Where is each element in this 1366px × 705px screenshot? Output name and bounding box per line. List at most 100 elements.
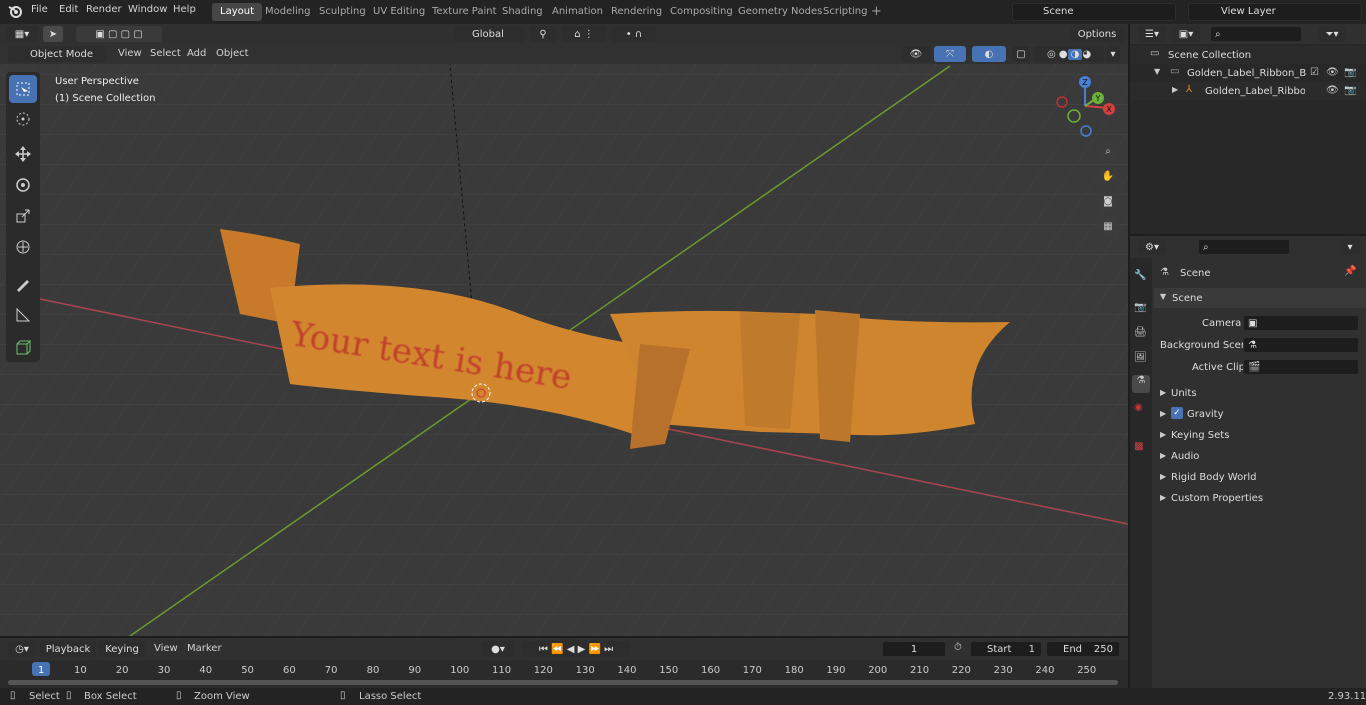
playback-menu[interactable]: Playback [40,641,96,657]
tool-tab-icon[interactable]: 🔧 [1134,270,1146,281]
tab-shading[interactable]: Shading [494,3,551,21]
transform-tool-icon[interactable] [9,233,37,261]
add-cube-tool-icon[interactable] [9,334,37,362]
menu-help[interactable]: Help [173,4,196,15]
viewport-menu-add[interactable]: Add [187,48,206,59]
editor-type-icon[interactable]: ▦▾ [6,26,38,42]
scene-panel-header[interactable]: ▼ Scene [1154,288,1366,308]
viewport-3d[interactable]: Your text is here User Perspective (1) S… [0,44,1128,636]
start-frame-field[interactable]: Start 1 [970,641,1042,657]
world-tab-icon[interactable]: ◉ [1134,402,1143,413]
checkbox-icon[interactable]: ☑ [1310,67,1319,78]
camera-field[interactable]: ▣ [1243,315,1359,331]
outliner-row[interactable]: ▶ ⅄ Golden_Label_Ribbon_Ba 👁 📷 [1130,82,1366,100]
ortho-grid-icon[interactable]: ▦ [1097,215,1119,237]
annotate-tool-icon[interactable] [9,270,37,298]
tab-rendering[interactable]: Rendering [603,3,670,21]
scale-tool-icon[interactable] [9,202,37,230]
overlay-toggle-icon[interactable]: ◐ [972,46,1006,62]
proportional-edit-icon[interactable]: • ∩ [612,26,656,42]
transform-orientation-select[interactable]: Global [454,26,524,42]
tab-texture-paint[interactable]: Texture Paint [424,3,505,21]
shading-modes-icon[interactable]: ◎ ● ◑ ◕ [1034,46,1104,62]
section-audio[interactable]: ▶ Audio [1154,446,1366,466]
gizmo-toggle-icon[interactable]: ⤧ [934,46,966,62]
section-units[interactable]: ▶ Units [1154,383,1366,403]
snap-icon[interactable]: ⌂ ⋮ [562,26,606,42]
scene-selector[interactable]: Scene [1012,3,1176,21]
render-tab-icon[interactable]: 📷 [1134,302,1146,313]
timeline-menu-marker[interactable]: Marker [187,643,222,654]
tab-animation[interactable]: Animation [544,3,611,21]
viewport-menu-view[interactable]: View [118,48,142,59]
xray-icon[interactable]: ▢ [1012,46,1030,62]
menu-window[interactable]: Window [128,4,167,15]
tab-modeling[interactable]: Modeling [257,3,319,21]
menu-file[interactable]: File [31,4,48,15]
properties-editor-icon[interactable]: ⚙▾ [1138,239,1166,255]
cursor-tool-icon[interactable] [9,105,37,133]
viewport-menu-select[interactable]: Select [150,48,181,59]
select-tool-icon[interactable]: ➤ [43,26,63,42]
record-icon[interactable]: ●▾ [481,641,515,657]
display-mode-icon[interactable]: ▣▾ [1172,26,1200,42]
timeline-menu-view[interactable]: View [154,643,178,654]
visibility-icon[interactable]: 👁 [902,46,930,62]
pin-icon[interactable]: 📌 [1344,266,1356,277]
tab-compositing[interactable]: Compositing [662,3,741,21]
eye-icon[interactable]: 👁 [1326,85,1339,96]
view-layer-tab-icon[interactable]: 🖼 [1134,352,1147,363]
clock-icon[interactable]: ⏱ [954,642,962,653]
navigation-gizmo[interactable]: Z X Y [1050,74,1120,139]
gravity-checkbox[interactable]: ✓ [1171,407,1183,419]
select-box-tool-icon[interactable] [9,75,37,103]
add-workspace-icon[interactable]: + [871,5,882,18]
scene-tab-icon[interactable]: ⚗ [1132,375,1150,393]
outliner-editor-icon[interactable]: ☰▾ [1138,26,1166,42]
background-scene-field[interactable]: ⚗ [1243,337,1359,353]
menu-render[interactable]: Render [86,4,122,15]
section-rigid-body-world[interactable]: ▶ Rigid Body World [1154,467,1366,487]
select-mode-icons[interactable]: ▣ ▢ ▢ ▢ [76,26,162,42]
view-layer-selector[interactable]: View Layer [1188,3,1362,21]
viewport-menu-object[interactable]: Object [216,48,249,59]
expand-icon[interactable]: ▼ [1154,67,1160,76]
timeline-scrollbar[interactable] [8,680,1118,685]
move-tool-icon[interactable] [9,140,37,168]
output-tab-icon[interactable]: 🖨 [1134,327,1147,338]
expand-icon[interactable]: ▶ [1172,85,1178,94]
current-frame-field[interactable]: 1 [882,641,946,657]
mode-select[interactable]: Object Mode [8,46,106,62]
properties-options-icon[interactable]: ▾ [1340,239,1360,255]
camera-icon[interactable]: 📷 [1344,67,1356,78]
menu-edit[interactable]: Edit [59,4,78,15]
keying-menu[interactable]: Keying [99,641,145,657]
playback-controls-icon[interactable]: ⏮ ⏪ ◀ ▶ ⏩ ⏭ [522,641,630,657]
pivot-icon[interactable]: ⚲ [530,26,556,42]
texture-tab-icon[interactable]: ▩ [1134,441,1143,452]
eye-icon[interactable]: 👁 [1326,67,1339,78]
measure-tool-icon[interactable] [9,301,37,329]
section-gravity[interactable]: ▶ ✓ Gravity [1154,404,1366,424]
outliner-row-root[interactable]: ▭ Scene Collection [1130,46,1366,64]
zoom-icon[interactable]: ⌕ [1097,140,1119,162]
end-frame-field[interactable]: End 250 [1046,641,1120,657]
shading-dropdown-icon[interactable]: ▾ [1106,46,1120,62]
properties-search-input[interactable]: ⌕ [1198,239,1290,255]
camera-view-icon[interactable]: ◙ [1097,190,1119,212]
camera-icon[interactable]: 📷 [1344,85,1356,96]
filter-icon[interactable]: ⏷▾ [1318,26,1346,42]
options-button[interactable]: Options [1070,26,1124,42]
section-keying-sets[interactable]: ▶ Keying Sets [1154,425,1366,445]
outliner-search-input[interactable]: ⌕ [1210,26,1302,42]
tab-layout[interactable]: Layout [212,3,262,21]
pan-hand-icon[interactable]: ✋ [1097,165,1119,187]
timeline-editor-icon[interactable]: ◷▾ [8,641,36,657]
rotate-tool-icon[interactable] [9,171,37,199]
outliner-row[interactable]: ▼ ▭ Golden_Label_Ribbon_Banne ☑ 👁 📷 [1130,64,1366,82]
section-custom-properties[interactable]: ▶ Custom Properties [1154,488,1366,508]
active-clip-field[interactable]: 🎬 [1243,359,1359,375]
tab-uv-editing[interactable]: UV Editing [365,3,433,21]
tab-scripting[interactable]: Scripting [815,3,875,21]
blender-logo-icon[interactable] [8,4,22,18]
